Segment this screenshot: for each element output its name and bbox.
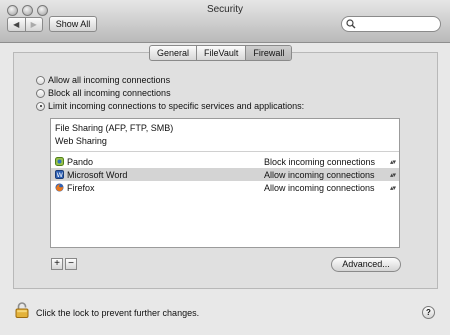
app-connection-status[interactable]: Block incoming connections xyxy=(264,157,375,167)
tab-firewall[interactable]: Firewall xyxy=(245,46,292,60)
tab-bar: General FileVault Firewall xyxy=(149,45,293,61)
help-button[interactable]: ? xyxy=(422,306,435,319)
firewall-app-list[interactable]: File Sharing (AFP, FTP, SMB) Web Sharing… xyxy=(50,118,400,248)
remove-app-button[interactable]: − xyxy=(65,258,77,270)
app-name: Firefox xyxy=(67,182,95,193)
window-title: Security xyxy=(206,4,244,15)
radio-button[interactable] xyxy=(36,88,45,98)
svg-text:W: W xyxy=(57,171,64,179)
radio-limit-connections[interactable]: Limit incoming connections to specific s… xyxy=(36,100,304,112)
status-stepper-icon[interactable]: ▴▾ xyxy=(390,184,396,192)
search-input[interactable] xyxy=(341,16,441,32)
app-connection-status[interactable]: Allow incoming connections xyxy=(264,183,375,193)
app-connection-status[interactable]: Allow incoming connections xyxy=(264,170,375,180)
service-row-file-sharing[interactable]: File Sharing (AFP, FTP, SMB) xyxy=(55,123,173,133)
show-all-button[interactable]: Show All xyxy=(49,16,97,32)
pando-icon xyxy=(55,157,64,166)
back-button[interactable]: ◀ xyxy=(8,18,25,31)
app-name: Microsoft Word xyxy=(67,169,128,180)
search-icon xyxy=(346,19,356,29)
status-stepper-icon[interactable]: ▴▾ xyxy=(390,171,396,179)
radio-block-all[interactable]: Block all incoming connections xyxy=(36,87,171,99)
app-row-microsoft-word[interactable]: W Microsoft Word Allow incoming connecti… xyxy=(51,168,399,181)
radio-allow-all[interactable]: Allow all incoming connections xyxy=(36,74,170,86)
list-divider xyxy=(51,151,399,152)
radio-label: Block all incoming connections xyxy=(48,88,171,98)
app-row-firefox[interactable]: Firefox Allow incoming connections ▴▾ xyxy=(51,181,399,194)
firefox-icon xyxy=(55,183,64,192)
security-window: Security ◀ ▶ Show All General FileVault … xyxy=(0,0,450,335)
status-stepper-icon[interactable]: ▴▾ xyxy=(390,158,396,166)
radio-button[interactable] xyxy=(36,75,45,85)
add-app-button[interactable]: + xyxy=(51,258,63,270)
tab-filevault[interactable]: FileVault xyxy=(196,46,245,60)
radio-label: Allow all incoming connections xyxy=(48,75,171,85)
lock-icon[interactable] xyxy=(15,302,29,318)
lock-message: Click the lock to prevent further change… xyxy=(36,308,200,318)
service-row-web-sharing[interactable]: Web Sharing xyxy=(55,136,107,146)
tab-general[interactable]: General xyxy=(150,46,196,60)
advanced-button[interactable]: Advanced... xyxy=(331,257,401,272)
back-forward-group: ◀ ▶ xyxy=(7,17,43,32)
forward-button[interactable]: ▶ xyxy=(24,18,43,31)
radio-label: Limit incoming connections to specific s… xyxy=(48,101,305,111)
word-icon: W xyxy=(55,170,64,179)
app-name: Pando xyxy=(67,156,94,167)
app-row-pando[interactable]: Pando Block incoming connections ▴▾ xyxy=(51,155,399,168)
title-bar: Security ◀ ▶ Show All xyxy=(0,0,450,43)
radio-button-selected[interactable] xyxy=(36,101,45,111)
